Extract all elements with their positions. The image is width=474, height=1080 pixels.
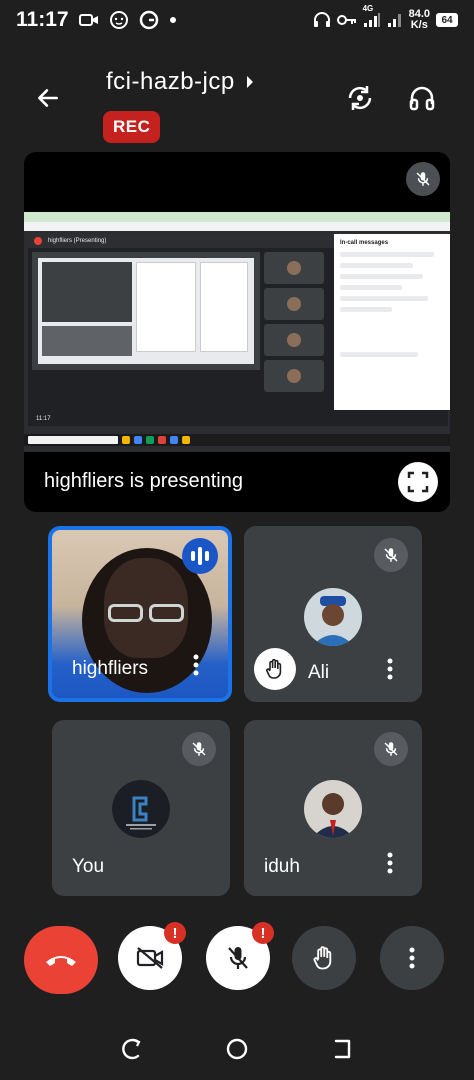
dot-icon: [169, 16, 177, 24]
end-call-button[interactable]: [24, 926, 98, 994]
more-vert-icon: [409, 947, 415, 969]
inner-shared-window: [32, 252, 260, 370]
participant-name: Ali: [308, 662, 330, 683]
camera-off-icon: [136, 947, 164, 969]
video-notification-icon: [78, 12, 99, 28]
browser-address-bar: [24, 222, 450, 231]
inner-meeting-title: highfliers (Presenting): [48, 238, 107, 244]
recording-badge: REC: [103, 111, 161, 143]
meeting-code: fci-hazb-jcp: [106, 68, 235, 95]
key-icon: [336, 13, 357, 27]
inner-chat-panel: In-call messages: [334, 234, 450, 410]
switch-camera-icon[interactable]: [340, 78, 380, 118]
presentation-tile[interactable]: highfliers (Presenting) In-call messages: [24, 152, 450, 512]
call-controls: ! !: [0, 922, 474, 996]
mic-off-icon: [228, 947, 248, 969]
avatar-logo: [112, 780, 170, 838]
windows-taskbar: [24, 434, 450, 446]
mic-off-icon: [374, 732, 408, 766]
system-nav-bar: [0, 1022, 474, 1080]
home-icon[interactable]: [225, 1037, 249, 1066]
inner-chat-title: In-call messages: [340, 240, 389, 246]
participant-name: highfliers: [72, 658, 149, 679]
inner-record-icon: [34, 237, 42, 245]
meeting-header: fci-hazb-jcp REC: [0, 56, 474, 146]
participant-tile-you[interactable]: You: [52, 720, 230, 896]
baby-face-icon: [109, 10, 129, 30]
mic-toggle-button[interactable]: !: [206, 922, 274, 990]
more-options-icon[interactable]: [184, 650, 208, 680]
signal-icon: 4G: [363, 4, 381, 28]
raise-hand-button[interactable]: [292, 926, 356, 990]
glasses-graphic: [108, 604, 184, 622]
raised-hand-icon: [254, 648, 296, 690]
back-arrow-icon[interactable]: [28, 78, 68, 118]
headset-icon: [313, 11, 331, 29]
signal-2-icon: [387, 12, 403, 28]
status-bar: 11:17 4G 84.0 K/s 64: [0, 0, 474, 40]
end-call-icon: [46, 956, 76, 966]
camera-warning-badge: !: [164, 922, 186, 944]
chevron-right-icon: [245, 68, 255, 96]
inner-controls-bar: 11:17: [28, 412, 448, 426]
back-nav-icon[interactable]: [330, 1037, 354, 1066]
avatar: [304, 780, 362, 838]
battery-level: 64: [441, 14, 453, 26]
more-options-button[interactable]: [380, 926, 444, 990]
participant-name: iduh: [264, 856, 300, 877]
inner-participant-tiles: [264, 252, 324, 392]
network-speed: 84.0 K/s: [409, 9, 430, 31]
speaking-indicator-icon: [182, 538, 218, 574]
audio-output-headphones-icon[interactable]: [402, 78, 442, 118]
meeting-code-button[interactable]: fci-hazb-jcp: [106, 68, 255, 96]
shared-screen: highfliers (Presenting) In-call messages: [24, 212, 450, 452]
browser-tab-bar: [24, 212, 450, 222]
avatar: [304, 588, 362, 646]
participant-tile-ali[interactable]: Ali: [244, 526, 422, 702]
battery-icon: 64: [436, 13, 458, 27]
fullscreen-icon[interactable]: [398, 462, 438, 502]
inner-meeting-view: highfliers (Presenting) In-call messages: [28, 234, 450, 426]
participant-tile-iduh[interactable]: iduh: [244, 720, 422, 896]
mic-off-icon: [182, 732, 216, 766]
mic-off-icon: [406, 162, 440, 196]
recents-icon[interactable]: [120, 1037, 144, 1066]
camera-toggle-button[interactable]: !: [118, 922, 186, 990]
speed-unit: K/s: [410, 19, 428, 31]
inner-time: 11:17: [36, 416, 51, 422]
network-type: 4G: [362, 4, 374, 13]
more-options-icon[interactable]: [378, 848, 402, 878]
mic-warning-badge: !: [252, 922, 274, 944]
participant-name: You: [72, 856, 105, 877]
participant-tile-highfliers[interactable]: highfliers: [48, 526, 232, 702]
status-time: 11:17: [16, 8, 69, 31]
more-options-icon[interactable]: [378, 654, 402, 684]
mic-off-icon: [374, 538, 408, 572]
presenting-label: highfliers is presenting: [44, 470, 243, 492]
app-g-icon: [139, 10, 159, 30]
raise-hand-icon: [313, 946, 332, 970]
